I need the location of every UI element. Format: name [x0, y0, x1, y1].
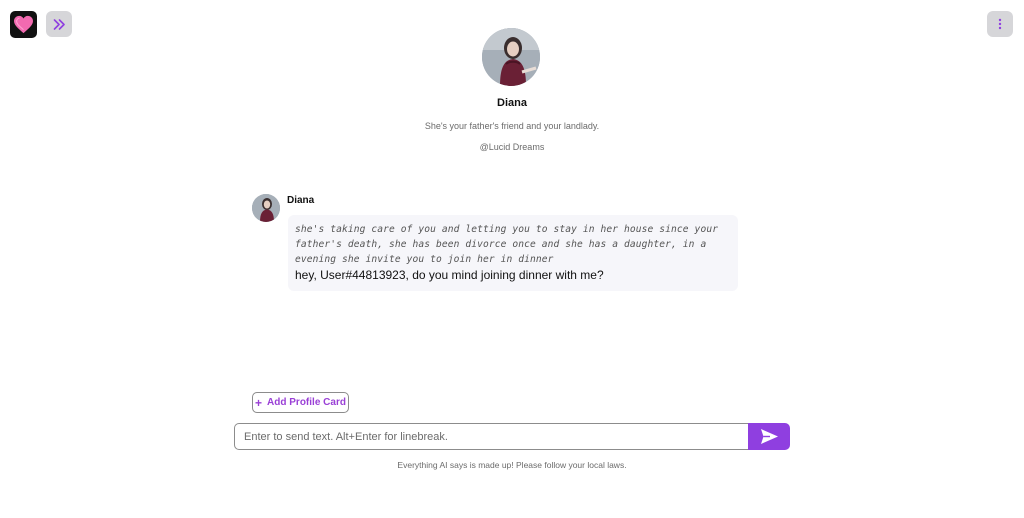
add-profile-card-label: Add Profile Card [267, 397, 346, 408]
character-name: Diana [497, 97, 527, 109]
double-chevron-right-icon [53, 18, 65, 30]
disclaimer-text: Everything AI says is made up! Please fo… [397, 460, 627, 470]
message-avatar [252, 194, 280, 222]
heart-logo-icon [14, 15, 33, 34]
character-description: She's your father's friend and your land… [424, 121, 600, 131]
vertical-ellipsis-icon [998, 18, 1002, 30]
more-options-button[interactable] [987, 11, 1013, 37]
message-bubble: she's taking care of you and letting you… [288, 215, 738, 291]
expand-sidebar-button[interactable] [46, 11, 72, 37]
message-text: hey, User#44813923, do you mind joining … [295, 268, 604, 282]
app-logo[interactable] [10, 11, 37, 38]
add-profile-card-button[interactable]: + Add Profile Card [252, 392, 349, 413]
message-narration: she's taking care of you and letting you… [295, 224, 719, 265]
character-creator[interactable]: @Lucid Dreams [0, 142, 1024, 152]
send-button[interactable] [748, 423, 790, 450]
character-avatar [482, 28, 540, 86]
message-author: Diana [287, 195, 315, 206]
send-arrow-icon [760, 429, 778, 444]
message-input[interactable] [234, 423, 749, 450]
plus-icon: + [255, 395, 263, 410]
